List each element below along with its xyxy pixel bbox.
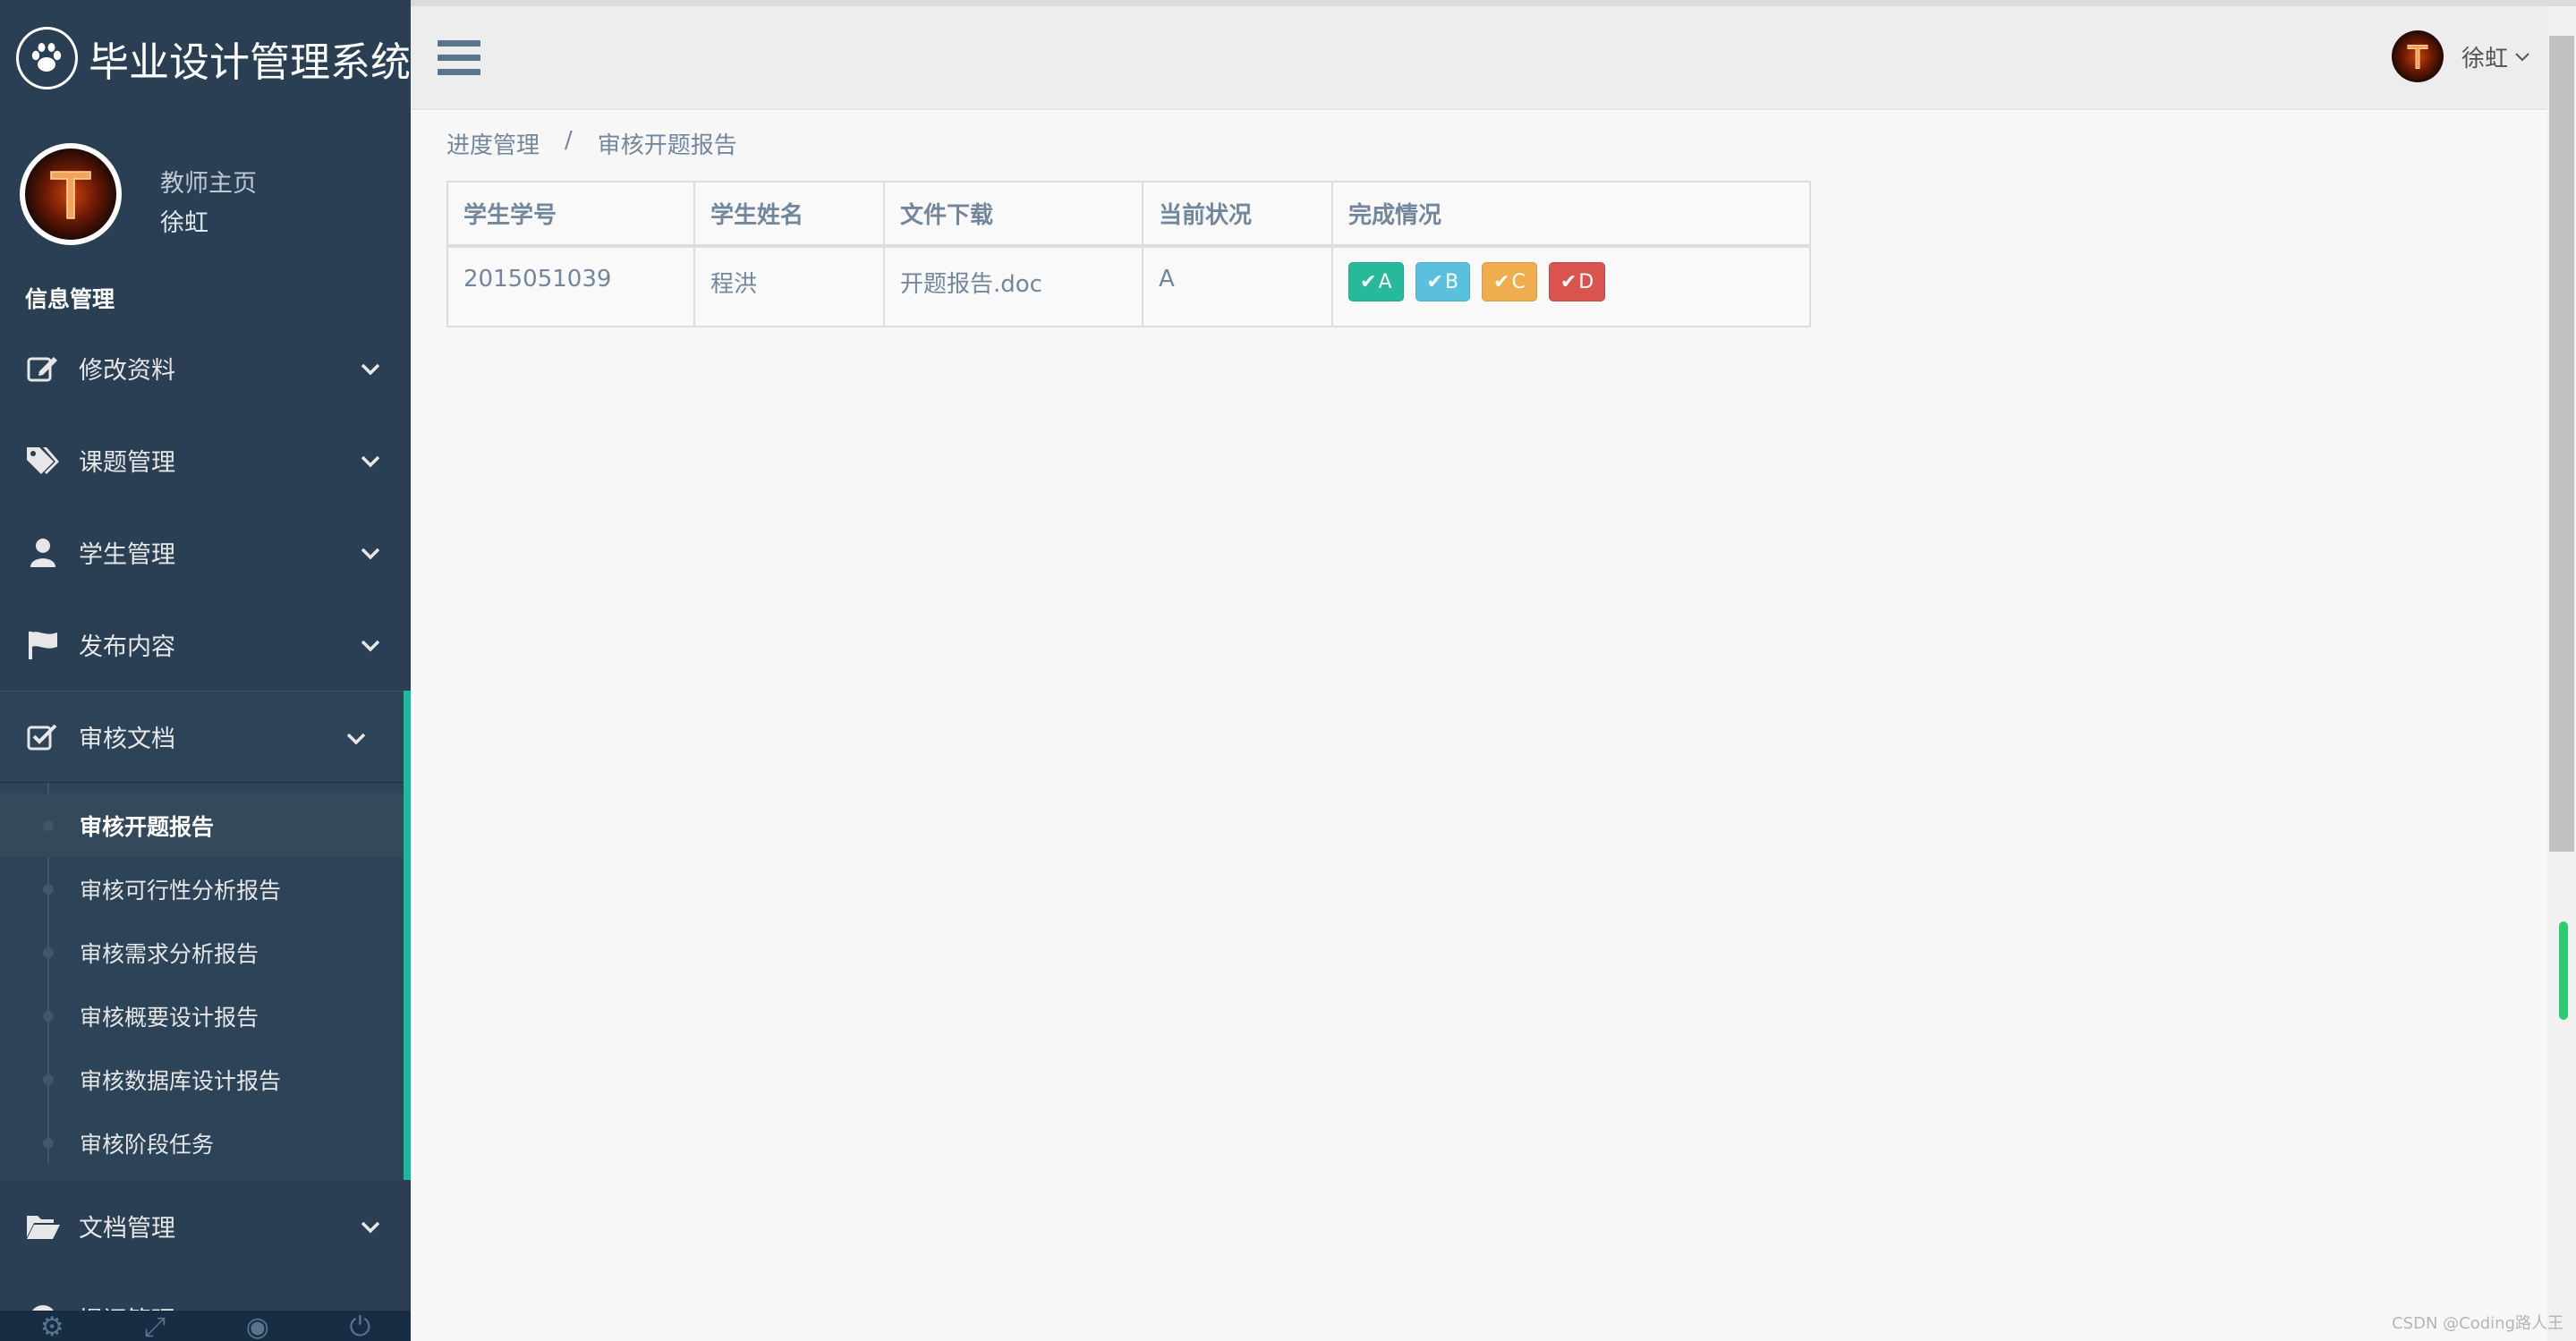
side-menu: 修改资料 课题管理 学生管理 发布内容 审核文档 审核开题报告 审核可行性分析报…	[0, 322, 411, 1341]
settings-icon[interactable]: ⚙	[40, 1314, 64, 1341]
bullet-dot	[43, 1138, 54, 1149]
submenu-item-review-feasibility[interactable]: 审核可行性分析报告	[0, 857, 404, 921]
sidebar-group-review-docs: 审核文档 审核开题报告 审核可行性分析报告 审核需求分析报告 审核概要设计报告 …	[0, 691, 411, 1180]
sidebar-item-publish[interactable]: 发布内容	[0, 598, 411, 691]
section-title: 信息管理	[25, 286, 115, 312]
sidebar: 毕业设计管理系统 教师主页 徐虹 信息管理 修改资料 课题管理 学生管理 发布内…	[0, 0, 411, 1341]
column-header-completion: 完成情况	[1331, 181, 1811, 248]
breadcrumb: 进度管理 / 审核开题报告	[446, 127, 737, 160]
chevron-down-icon	[361, 354, 380, 382]
proposal-review-table: 学生学号 学生姓名 文件下载 当前状况 完成情况 2015051039 程洪 开…	[446, 181, 1811, 327]
bullet-dot	[43, 884, 54, 895]
check-icon: ✔	[1560, 270, 1577, 293]
sidebar-item-edit-profile[interactable]: 修改资料	[0, 322, 411, 414]
user-icon	[25, 535, 61, 571]
sidebar-item-label: 学生管理	[79, 541, 175, 569]
submenu-label: 审核概要设计报告	[80, 1004, 259, 1031]
cell-current-status: A	[1142, 245, 1333, 327]
submenu-item-review-requirements[interactable]: 审核需求分析报告	[0, 921, 404, 984]
cell-student-name: 程洪	[693, 245, 885, 327]
user-menu[interactable]: 徐虹	[2391, 30, 2529, 82]
sidebar-item-label: 发布内容	[79, 633, 175, 661]
table-header-row: 学生学号 学生姓名 文件下载 当前状况 完成情况	[446, 181, 1811, 248]
avatar	[2391, 30, 2444, 82]
sidebar-item-review-docs[interactable]: 审核文档	[0, 691, 404, 783]
breadcrumb-item-current: 审核开题报告	[597, 132, 737, 159]
bullet-dot	[43, 947, 54, 958]
paw-icon	[16, 27, 78, 89]
cell-student-id: 2015051039	[446, 245, 695, 327]
user-name: 徐虹	[2461, 45, 2508, 72]
grade-d-button[interactable]: ✔ D	[1548, 262, 1606, 301]
grade-b-button[interactable]: ✔ B	[1415, 262, 1471, 301]
sidebar-footer: ⚙ ⤢ ◉ ⏻	[0, 1311, 411, 1341]
menu-toggle-icon[interactable]	[438, 40, 480, 76]
bullet-dot	[43, 1011, 54, 1022]
grade-a-button[interactable]: ✔ A	[1348, 262, 1404, 301]
side-scroll-indicator[interactable]	[2559, 921, 2568, 1020]
fullscreen-icon[interactable]: ⤢	[144, 1314, 166, 1341]
tags-icon	[25, 443, 61, 479]
sidebar-item-label: 课题管理	[79, 449, 175, 477]
submenu-label: 审核开题报告	[80, 813, 215, 840]
check-square-icon	[25, 719, 61, 755]
cell-grade-buttons: ✔ A ✔ B ✔ C ✔ D	[1331, 245, 1811, 327]
profile-role: 教师主页	[160, 170, 257, 198]
sidebar-item-doc-management[interactable]: 文档管理	[0, 1180, 411, 1272]
sidebar-item-label: 修改资料	[79, 357, 175, 385]
profile-panel: 教师主页 徐虹	[0, 139, 411, 255]
sidebar-item-label: 文档管理	[79, 1215, 175, 1243]
submenu-item-review-database-design[interactable]: 审核数据库设计报告	[0, 1048, 404, 1111]
sidebar-item-label: 审核文档	[79, 726, 175, 753]
submenu-label: 审核可行性分析报告	[80, 877, 282, 904]
flag-icon	[25, 627, 61, 663]
app-title: 毕业设计管理系统	[88, 38, 411, 86]
chevron-down-icon	[361, 539, 380, 566]
file-download-link[interactable]: 开题报告.doc	[883, 245, 1143, 327]
check-icon: ✔	[1493, 270, 1510, 293]
sidebar-item-students[interactable]: 学生管理	[0, 506, 411, 598]
main-content: 进度管理 / 审核开题报告 学生学号 学生姓名 文件下载 当前状况 完成情况 2…	[411, 111, 2547, 1341]
breadcrumb-separator: /	[565, 127, 573, 154]
submenu-item-review-proposal[interactable]: 审核开题报告	[0, 794, 404, 857]
column-header-student-name: 学生姓名	[693, 181, 885, 248]
grade-c-button[interactable]: ✔ C	[1482, 262, 1537, 301]
check-icon: ✔	[1426, 270, 1443, 293]
edit-icon	[25, 351, 61, 386]
bullet-dot	[43, 1074, 54, 1085]
chevron-down-icon	[2515, 48, 2529, 65]
breadcrumb-item[interactable]: 进度管理	[446, 127, 540, 160]
column-header-file-download: 文件下载	[883, 181, 1143, 248]
scrollbar-thumb[interactable]	[2549, 36, 2574, 852]
chevron-down-icon	[361, 446, 380, 474]
bullet-dot	[43, 820, 54, 831]
table-row: 2015051039 程洪 开题报告.doc A ✔ A ✔ B ✔ C ✔ D	[446, 245, 1811, 327]
column-header-current-status: 当前状况	[1142, 181, 1333, 248]
check-icon: ✔	[1360, 270, 1377, 293]
submenu-item-review-stage-tasks[interactable]: 审核阶段任务	[0, 1111, 404, 1175]
submenu-label: 审核阶段任务	[80, 1131, 215, 1158]
brand[interactable]: 毕业设计管理系统	[0, 0, 411, 116]
avatar[interactable]	[20, 143, 122, 245]
submenu-label: 审核数据库设计报告	[80, 1067, 282, 1094]
submenu-item-review-outline-design[interactable]: 审核概要设计报告	[0, 984, 404, 1048]
submenu-label: 审核需求分析报告	[80, 940, 259, 967]
folder-open-icon	[25, 1209, 61, 1244]
power-off-icon[interactable]: ⏻	[349, 1314, 370, 1341]
chevron-down-icon	[361, 1212, 380, 1240]
profile-name: 徐虹	[160, 209, 208, 237]
eye-slash-icon[interactable]: ◉	[246, 1314, 269, 1341]
watermark: CSDN @Coding路人王	[2392, 1314, 2563, 1333]
chevron-down-icon	[361, 631, 380, 658]
chevron-down-icon	[346, 724, 366, 751]
sidebar-item-topics[interactable]: 课题管理	[0, 414, 411, 506]
column-header-student-id: 学生学号	[446, 181, 695, 248]
review-docs-submenu: 审核开题报告 审核可行性分析报告 审核需求分析报告 审核概要设计报告 审核数据库…	[0, 783, 404, 1180]
top-nav: 徐虹	[411, 6, 2547, 110]
flame-t-icon	[25, 149, 116, 240]
